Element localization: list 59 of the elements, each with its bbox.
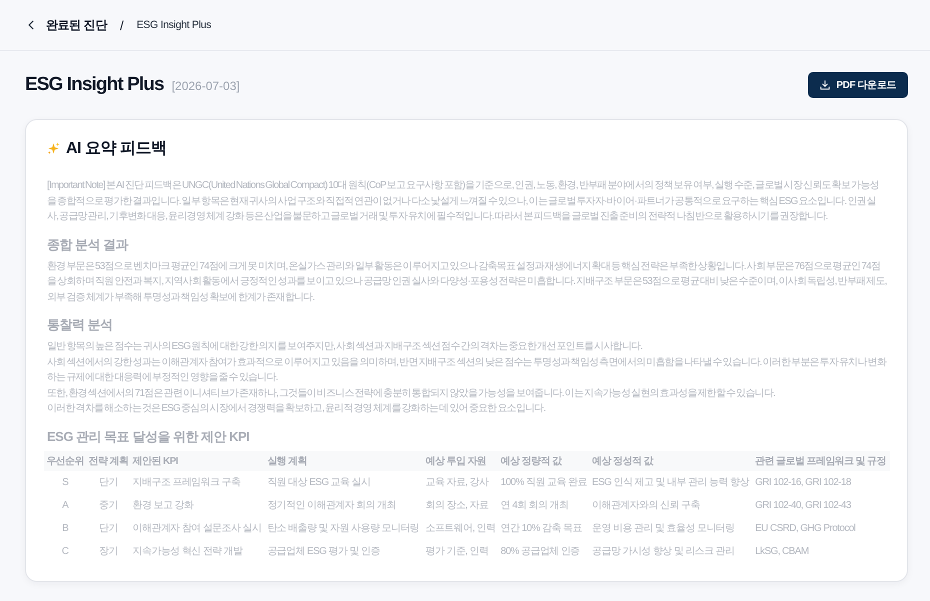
table-cell-text: 운영 비용 관리 및 효율성 모니터링 [591,522,736,536]
table-cell: ESG 인식 제고 및 내부 관리 능력 향상 [590,470,754,494]
page-title: ESG Insight Plus [25,74,164,96]
table-cell-text: 중기 [98,499,119,513]
section-paragraph: 이러한 격차를 해소하는 것은 ESG 중심의 시장에서 경쟁력을 확보하고, 윤리적 경영 체계를 강화하는 데 있어 중요한 요소입니다. [47,402,546,416]
section-heading: 종합 분석 결과 [47,236,130,254]
section-paragraph: 환경 부문은 53점으로 벤치마크 평균인 74점에 크게 못 미치며, 온실가스 관리와 일부 활동은 이루어지고 있으나 감축목표 설정과 재생에너지 확대 등 핵심 전략은 부족한 상황입니다. 사회 부문은 76점으로 평균인 74점을 상회하며 직원 안전과 복지, 지역사회 활동에서 긍정적인 성과를 보이고 있으나 공급망 인권 실사와 다양성·포용성 전략은 미흡합니다. 지배구조 부문은 53점으로 평균 대비 낮은 수준이며, 이사회 독립성, 반부패 제도, 외부 검증 체계가 부족해 투명성과 책임성 확보에 한계가 존재합니다. [47,260,887,304]
table-header-cell: 제안된 KPI [130,450,266,470]
back-button[interactable]: 완료된 진단 [28,16,107,34]
card-title: AI 요약 피드백 [66,138,166,158]
table-cell-text: 정기적인 이해관계자 회의 개최 [266,499,397,513]
table-cell-text: 공급업체 ESG 평가 및 인증 [266,545,381,559]
report-date: [2026-07-03] [172,79,240,93]
section-paragraph: 일반 항목의 높은 점수는 귀사의 ESG 원칙에 대한 강한 의지를 보여주지만, 사회 섹션과 지배구조 섹션 점수 간의 격차는 중요한 개선 포인트를 시사합니다. [47,340,644,354]
table-cell-text: 탄소 배출량 및 자원 사용량 모니터링 [266,522,420,536]
section-paragraph: 사회 섹션에서의 강한 성과는 이해관계자 참여가 효과적으로 이루어지고 있음을 의미하며, 반면 지배구조 섹션의 낮은 점수는 투명성과 책임성 측면에서의 미흡함을 나타낼 수 있습니다. 이러한 부분은 투자 유치나 변화하는 규제에 대한 대응력에 부정적인 영향을 줄 수 있습니다. [47,356,887,385]
table-cell-text: 공급망 가시성 향상 및 리스크 관리 [591,545,736,559]
section-paragraph: 또한, 환경 섹션에서의 71점은 관련 이니셔티브가 존재하나, 그것들이 비즈니스 전략에 충분히 통합되지 않았을 가능성을 보여줍니다. 이는 지속가능성 실현의 효과성을 제한할 수 있습니다. [47,386,776,400]
table-cell-text: 소프트웨어, 인력 [424,522,497,536]
table-cell-text: GRI 102-40, GRI 102-43 [754,498,852,512]
table-cell-text: 회의 장소, 자료 [424,499,490,513]
table-cell-text: 80% 공급업체 인증 [500,545,581,559]
table-cell-text: 연 4회 회의 개최 [500,499,570,513]
table-cell: 단기 [86,470,131,494]
section-heading: 통찰력 분석 [47,316,114,334]
section-heading: ESG 관리 목표 달성을 위한 제안 KPI [47,428,250,446]
table-cell-text: 이해관계자 참여 설문조사 실시 [132,522,262,536]
table-cell-text: A [61,498,70,512]
intro-paragraph: [Important Note] 본 AI 진단 피드백은 UNGC(United Nations Global Compact) 10대 원칙(CoP 보고 요구사항 포함)을 기준으로, 인권, 노동, 환경, 반부패 분야에서의 정책 보유 여부, 실행 수준, 글로벌 시장 신뢰도 확보 가능성을 종합적으로 평가한 결과입니다. 일부 항목은 현재 귀사의 사업 구조와 직접적 연관이 없거나 다소 낯설게 느껴질 수 있으나, 이는 글로벌 투자자·바이어·파트너가 공통적으로 요구하는 핵심 ESG 요소입니다. 인권 실사, 공급망 관리, 기후변화 대응, 윤리경영 체계 강화 등은 산업을 불문하고 글로벌 거래 및 투자 유치에 필수적입니다. 따라서 본 피드백을 글로벌 진출 준비의 전략적 나침반으로 활용하시기를 권장합니다. [47,179,880,224]
breadcrumb-current: ESG Insight Plus [136,19,212,31]
table-cell-text: 지속가능성 혁신 전략 개발 [132,545,244,559]
table-header-cell: 전략 계획 [86,450,131,470]
table-cell-text: 단기 [98,522,119,536]
table-cell: 직원 대상 ESG 교육 실시 [265,470,424,494]
table-cell: GRI 102-16, GRI 102-18 [753,470,890,494]
sparkle-icon [47,142,60,154]
table-header-cell: 실행 계획 [265,450,424,470]
table-cell-text: 장기 [98,545,119,559]
table-cell-text: EU CSRD, GHG Protocol [754,522,856,536]
table-cell: 100% 직원 교육 완료 [498,470,590,494]
pdf-download-button[interactable]: PDF 다운로드 [808,72,908,98]
table-cell-text: LkSG, CBAM [754,544,810,558]
table-header-cell: 우선순위 [44,450,86,470]
table-cell-text: B [61,522,70,536]
table-cell-text: C [60,544,70,558]
breadcrumb-separator: / [120,18,124,32]
table-cell-text: 평가 기준, 인력 [424,545,490,559]
download-icon [820,80,830,90]
table-cell-text: 이해관계자와의 신뢰 구축 [591,499,701,513]
table-cell: 교육 자료, 강사 [423,470,499,494]
table-header-cell: 관련 글로벌 프레임워크 및 규정 [753,450,890,470]
table-header-cell: 예상 정성적 값 [590,450,754,470]
chevron-left-icon [28,20,34,30]
table-cell: 지배구조 프레임워크 구축 [130,470,266,494]
table-cell: S [44,470,86,494]
table-header-cell: 예상 투입 자원 [423,450,499,470]
table-cell-text: 연간 10% 감축 목표 [500,522,583,536]
table-cell-text: 환경 보고 강화 [132,499,195,513]
table-header-cell: 예상 정량적 값 [498,450,590,470]
